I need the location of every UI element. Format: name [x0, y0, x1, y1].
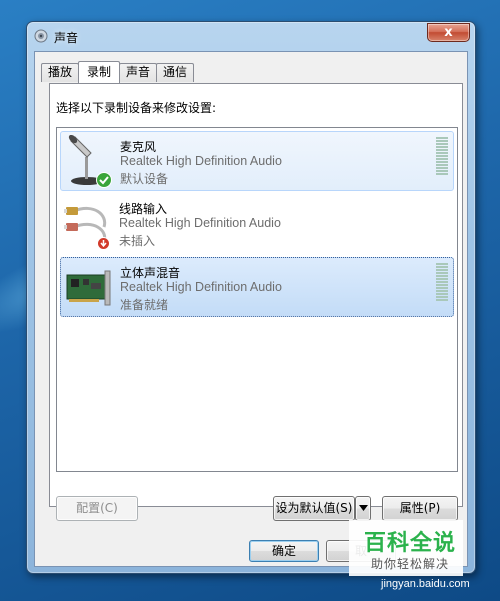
close-button[interactable]: x — [427, 23, 470, 42]
device-driver: Realtek High Definition Audio — [119, 216, 281, 230]
instruction-text: 选择以下录制设备来修改设置: — [56, 101, 217, 115]
properties-button[interactable]: 属性(P) — [382, 496, 458, 521]
device-name: 立体声混音 — [120, 266, 181, 280]
device-driver: Realtek High Definition Audio — [120, 280, 282, 294]
tab-communications[interactable]: 通信 — [156, 63, 195, 82]
close-icon: x — [444, 25, 453, 40]
device-status: 默认设备 — [120, 172, 169, 186]
device-driver: Realtek High Definition Audio — [120, 154, 282, 168]
level-meter — [436, 263, 448, 303]
level-meter — [436, 137, 448, 177]
chevron-down-icon — [359, 505, 368, 511]
set-default-dropdown[interactable] — [355, 496, 371, 521]
ok-button[interactable]: 确定 — [249, 540, 319, 562]
set-default-button[interactable]: 设为默认值(S) — [273, 496, 355, 521]
device-name: 线路输入 — [119, 202, 168, 216]
tab-strip: 播放 录制 声音 通信 — [41, 61, 195, 83]
title-bar[interactable]: 声音 x — [27, 22, 475, 50]
list-item-stereo-mix[interactable]: 立体声混音 Realtek High Definition Audio 准备就绪 — [60, 257, 454, 317]
list-item-microphone[interactable]: 麦克风 Realtek High Definition Audio 默认设备 — [60, 131, 454, 191]
default-check-icon — [96, 172, 112, 188]
unplugged-icon — [97, 237, 110, 250]
device-status: 未插入 — [119, 234, 156, 248]
device-status: 准备就绪 — [120, 298, 169, 312]
watermark-title: 百科全说 — [364, 531, 457, 556]
list-item-line-in[interactable]: 线路输入 Realtek High Definition Audio 未插入 — [60, 194, 454, 254]
device-name: 麦克风 — [120, 140, 157, 154]
configure-button[interactable]: 配置(C) — [56, 496, 138, 521]
sound-dialog: 声音 x 播放 录制 声音 通信 选择以下录制设备来修改设置: 麦克风 Real… — [26, 21, 476, 574]
sound-card-icon — [66, 270, 111, 306]
watermark-subtitle: 助你轻松解决 — [371, 557, 450, 571]
speaker-icon — [34, 29, 48, 43]
tab-playback[interactable]: 播放 — [41, 63, 80, 82]
device-list[interactable]: 麦克风 Realtek High Definition Audio 默认设备 线… — [56, 127, 458, 472]
watermark-url: jingyan.baidu.com — [381, 578, 470, 590]
tab-recording[interactable]: 录制 — [78, 61, 121, 83]
recording-panel: 选择以下录制设备来修改设置: 麦克风 Realtek High Definiti… — [49, 83, 463, 521]
watermark: 百科全说 助你轻松解决 — [349, 520, 463, 576]
dialog-client-area: 播放 录制 声音 通信 选择以下录制设备来修改设置: 麦克风 Realtek H… — [34, 51, 468, 567]
window-title: 声音 — [54, 31, 79, 45]
tab-sounds[interactable]: 声音 — [119, 63, 158, 82]
